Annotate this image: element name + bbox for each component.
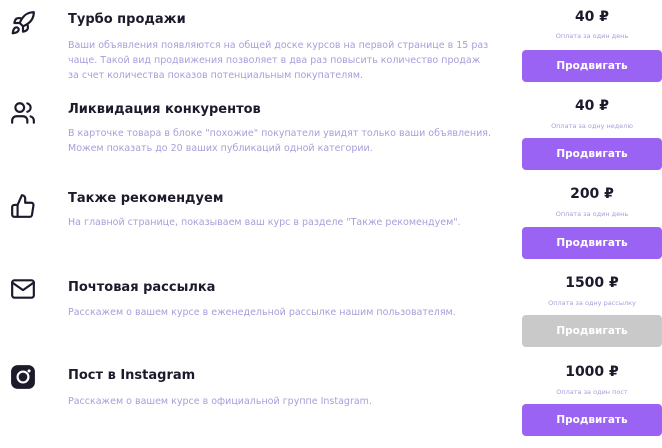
promote-button[interactable]: Продвигать (522, 404, 662, 436)
service-also-recommend: Также рекомендуем На главной странице, п… (0, 182, 662, 270)
service-price: 200 ₽ (570, 186, 614, 202)
service-email-newsletter: Почтовая рассылка Расскажем о вашем курс… (0, 272, 662, 360)
promote-button-disabled[interactable]: Продвигать (522, 315, 662, 347)
service-title: Ликвидация конкурентов (68, 102, 261, 117)
mail-icon (10, 276, 36, 302)
service-description: В карточке товара в блоке "похожие" поку… (68, 128, 492, 154)
service-price-note: Оплата за один пост (556, 388, 628, 396)
service-description: Ваши объявления появляются на общей доск… (68, 40, 489, 81)
service-price: 40 ₽ (574, 98, 610, 114)
promote-button[interactable]: Продвигать (522, 50, 662, 82)
service-title: Почтовая рассылка (68, 280, 216, 295)
service-competitor-elimination: Ликвидация конкурентов В карточке товара… (0, 90, 662, 178)
service-description: На главной странице, показываем ваш курс… (68, 217, 461, 228)
rocket-icon (10, 10, 36, 36)
promote-button[interactable]: Продвигать (522, 227, 662, 259)
service-title: Также рекомендуем (68, 191, 224, 206)
service-price-note: Оплата за один день (555, 32, 629, 40)
instagram-icon (10, 364, 36, 390)
thumbs-up-icon (10, 193, 36, 219)
service-title: Пост в Instagram (68, 368, 196, 383)
service-turbo-sales: Турбо продажи Ваши объявления появляются… (0, 0, 662, 88)
service-price-note: Оплата за один день (555, 210, 629, 218)
service-price-note: Оплата за одну рассылку (548, 299, 636, 307)
service-price: 1500 ₽ (565, 275, 619, 291)
service-title: Турбо продажи (68, 12, 186, 27)
users-icon (10, 100, 36, 126)
service-price-note: Оплата за одну неделю (551, 122, 633, 130)
service-description: Расскажем о вашем курсе в еженедельной р… (68, 307, 456, 318)
service-instagram-post: Пост в Instagram Расскажем о вашем курсе… (0, 360, 662, 448)
promote-button[interactable]: Продвигать (522, 138, 662, 170)
service-description: Расскажем о вашем курсе в официальной гр… (68, 396, 372, 407)
service-price: 40 ₽ (574, 9, 610, 25)
service-price: 1000 ₽ (565, 364, 619, 380)
